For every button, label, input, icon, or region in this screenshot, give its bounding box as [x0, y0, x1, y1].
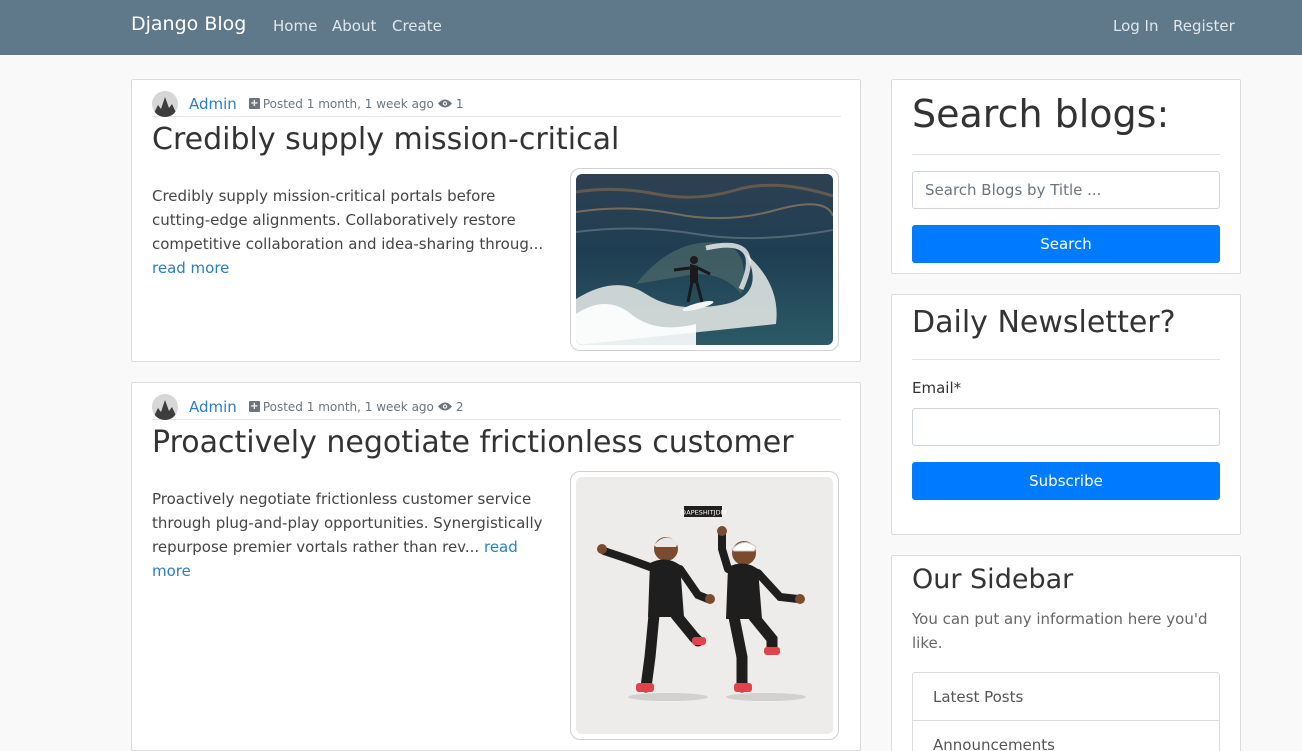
sidebar-widget: Our Sidebar You can put any information … [891, 555, 1241, 751]
posted-prefix: Posted [262, 399, 303, 414]
search-widget: Search blogs: Search [891, 79, 1241, 274]
author-avatar[interactable] [152, 393, 178, 420]
plus-square-icon: + [248, 98, 260, 109]
nav-link-login[interactable]: Log In [1113, 17, 1159, 35]
plus-square-icon: + [248, 401, 260, 412]
eye-icon [437, 402, 452, 411]
post-author-link[interactable]: Admin [189, 398, 237, 416]
surfer-photo [576, 174, 833, 345]
nav-link-register[interactable]: Register [1173, 17, 1235, 35]
search-input[interactable] [912, 171, 1220, 209]
read-more-link[interactable]: read more [152, 259, 229, 277]
post-author-link[interactable]: Admin [189, 95, 237, 113]
posted-prefix: Posted [262, 96, 303, 111]
posted-ago: 1 month, 1 week ago [306, 96, 434, 111]
email-field[interactable] [912, 408, 1220, 446]
nav-link-create[interactable]: Create [392, 17, 442, 35]
post-title[interactable]: Proactively negotiate frictionless custo… [152, 425, 794, 460]
search-button[interactable]: Search [912, 225, 1220, 263]
post-date: + Posted 1 month, 1 week ago 1 [237, 97, 464, 111]
eye-icon [437, 99, 452, 108]
view-count: 1 [455, 96, 464, 111]
sidebar-link-list: Latest Posts Announcements [912, 672, 1220, 751]
post-thumbnail[interactable]: @APESHITJDM [570, 471, 839, 740]
view-count: 2 [455, 399, 464, 414]
posted-ago: 1 month, 1 week ago [306, 399, 434, 414]
post-date: + Posted 1 month, 1 week ago 2 [237, 400, 464, 414]
post-title[interactable]: Credibly supply mission-critical [152, 122, 619, 157]
author-avatar[interactable] [152, 90, 178, 117]
subscribe-button[interactable]: Subscribe [912, 462, 1220, 500]
brand-logo-link[interactable]: Django Blog [131, 13, 246, 35]
post-thumbnail[interactable] [570, 168, 839, 351]
post-card: Admin + Posted 1 month, 1 week ago 1 Cre… [131, 79, 861, 362]
top-navbar: Django Blog Home About Create Log In Reg… [0, 0, 1302, 55]
post-card: Admin + Posted 1 month, 1 week ago 2 Pro… [131, 382, 861, 751]
sidebar-item-latest-posts[interactable]: Latest Posts [913, 673, 1219, 721]
sidebar-item-announcements[interactable]: Announcements [913, 721, 1219, 751]
post-excerpt: Credibly supply mission-critical portals… [152, 184, 552, 280]
divider [912, 359, 1220, 360]
nav-link-home[interactable]: Home [273, 17, 317, 35]
sidebar-widget-text: You can put any information here you'd l… [912, 610, 1208, 652]
newsletter-widget: Daily Newsletter? Email* Subscribe [891, 294, 1241, 535]
newsletter-title: Daily Newsletter? [912, 305, 1176, 340]
sidebar-widget-title: Our Sidebar [912, 564, 1074, 595]
search-widget-title: Search blogs: [912, 92, 1170, 136]
cartoon-dancers-illustration: @APESHITJDM [576, 477, 833, 734]
post-excerpt-text: Credibly supply mission-critical portals… [152, 187, 544, 253]
post-meta: Admin + Posted 1 month, 1 week ago 2 [152, 393, 841, 420]
nav-link-about[interactable]: About [332, 17, 376, 35]
post-excerpt: Proactively negotiate frictionless custo… [152, 487, 552, 583]
email-label: Email* [912, 379, 962, 397]
divider [912, 154, 1220, 155]
post-meta: Admin + Posted 1 month, 1 week ago 1 [152, 90, 841, 117]
image-caption: @APESHITJDM [680, 509, 726, 517]
